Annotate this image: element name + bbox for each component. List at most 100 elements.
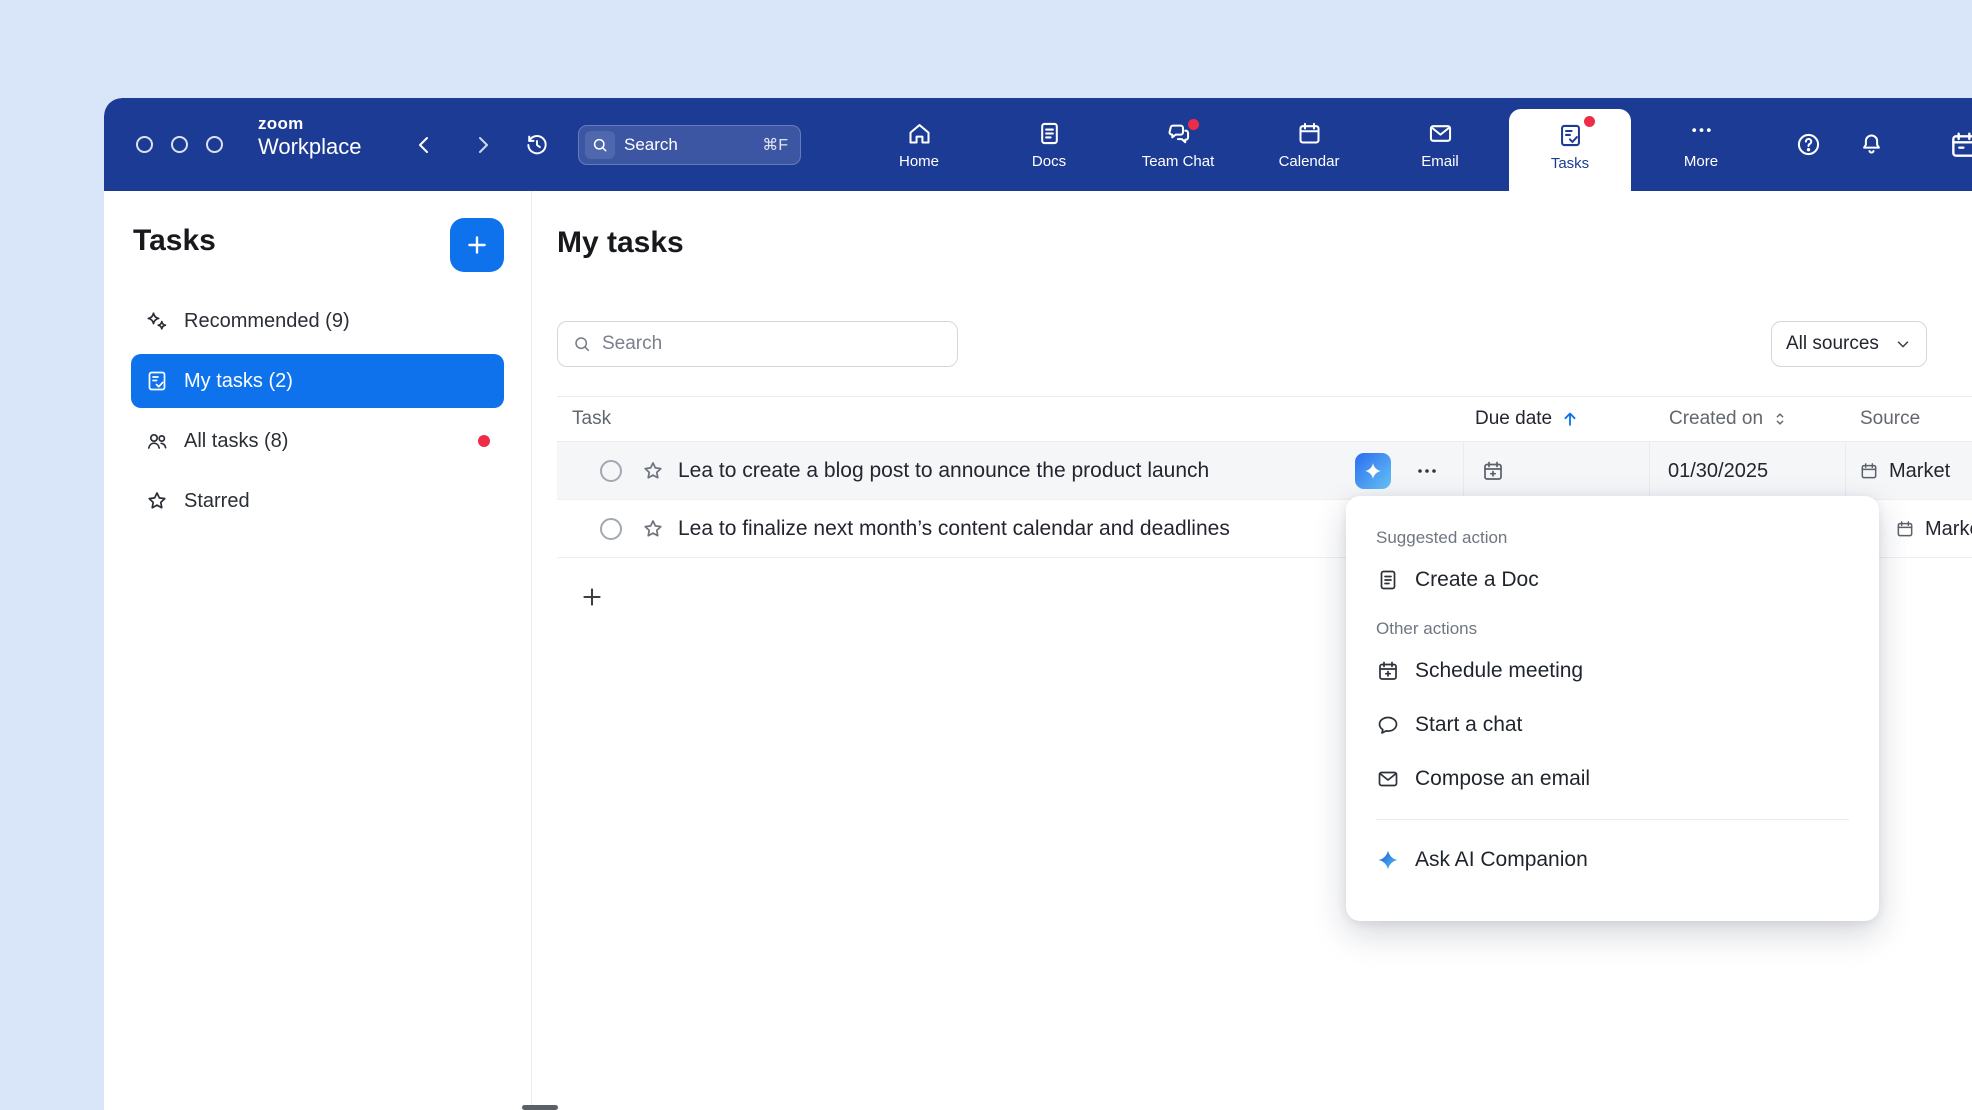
window-control-close[interactable] — [136, 136, 153, 153]
tasks-sidebar: Tasks Recommended (9) My tasks (2) All t… — [104, 191, 532, 1110]
task-search-field[interactable] — [557, 321, 958, 367]
window-control-minimize[interactable] — [171, 136, 188, 153]
global-search[interactable]: Search ⌘F — [578, 125, 801, 165]
sidebar-list: Recommended (9) My tasks (2) All tasks (… — [131, 294, 504, 534]
sidebar-item-all-tasks[interactable]: All tasks (8) — [131, 414, 504, 468]
menu-item-compose-email[interactable]: Compose an email — [1376, 752, 1849, 806]
sort-ascending-icon — [1560, 409, 1580, 429]
chat-bubble-icon — [1376, 713, 1400, 737]
sidebar-item-label: Starred — [184, 490, 250, 513]
workplace-logo-text: Workplace — [258, 135, 362, 158]
my-tasks-icon — [145, 369, 169, 393]
calendar-plus-icon — [1376, 659, 1400, 683]
calendar-icon — [1296, 120, 1323, 147]
search-icon — [572, 334, 592, 354]
plus-icon — [579, 584, 605, 610]
nav-item-home[interactable]: Home — [858, 98, 980, 191]
sparkle-icon — [145, 309, 169, 333]
menu-section-heading: Other actions — [1376, 619, 1849, 639]
star-icon[interactable] — [641, 459, 665, 483]
people-icon — [145, 429, 169, 453]
sidebar-item-my-tasks[interactable]: My tasks (2) — [131, 354, 504, 408]
zoom-logo-text: zoom — [258, 115, 362, 133]
nav-item-more[interactable]: More — [1640, 98, 1762, 191]
home-icon — [906, 120, 933, 147]
chevron-down-icon — [1894, 335, 1912, 353]
ellipsis-icon — [1415, 459, 1439, 483]
source-filter-value: All sources — [1786, 333, 1879, 355]
star-icon[interactable] — [641, 517, 665, 541]
main-content: My tasks All sources Task Due date Creat… — [532, 191, 1972, 1110]
task-row[interactable]: Lea to create a blog post to announce th… — [557, 442, 1972, 500]
column-divider — [1463, 442, 1464, 499]
forward-button[interactable] — [464, 126, 502, 164]
nav-item-tasks[interactable]: Tasks — [1509, 109, 1631, 191]
task-title: Lea to create a blog post to announce th… — [678, 442, 1209, 500]
sidebar-item-label: Recommended (9) — [184, 310, 350, 333]
add-due-date-icon[interactable] — [1481, 459, 1505, 483]
doc-icon — [1376, 568, 1400, 592]
source-value: Market — [1889, 442, 1950, 500]
more-icon — [1688, 120, 1715, 147]
column-divider — [1649, 442, 1650, 499]
task-search-input[interactable] — [602, 333, 943, 355]
table-header: Task Due date Created on Source — [557, 396, 1972, 442]
ai-sparkle-icon — [1376, 848, 1400, 872]
task-complete-checkbox[interactable] — [600, 460, 622, 482]
nav-item-docs[interactable]: Docs — [988, 98, 1110, 191]
sidebar-item-label: My tasks (2) — [184, 370, 293, 393]
menu-item-start-chat[interactable]: Start a chat — [1376, 698, 1849, 752]
help-icon[interactable] — [1789, 126, 1827, 164]
column-divider — [1845, 442, 1846, 499]
menu-item-schedule-meeting[interactable]: Schedule meeting — [1376, 644, 1849, 698]
calendar-panel-icon[interactable] — [1940, 126, 1972, 164]
menu-section-heading: Suggested action — [1376, 528, 1849, 548]
new-task-button[interactable] — [450, 218, 504, 272]
app-window: zoom Workplace Search ⌘F Home Docs — [104, 98, 1972, 1110]
window-controls — [136, 98, 223, 191]
sidebar-item-starred[interactable]: Starred — [131, 474, 504, 528]
ai-companion-button[interactable] — [1355, 453, 1391, 489]
task-title: Lea to finalize next month’s content cal… — [678, 500, 1230, 558]
menu-item-create-doc[interactable]: Create a Doc — [1376, 553, 1849, 607]
column-header-source: Source — [1860, 397, 1920, 441]
nav-item-team-chat[interactable]: Team Chat — [1117, 98, 1239, 191]
add-task-button[interactable] — [578, 583, 606, 611]
notifications-icon[interactable] — [1852, 126, 1890, 164]
email-icon — [1427, 120, 1454, 147]
source-filter-dropdown[interactable]: All sources — [1771, 321, 1927, 367]
unread-dot — [478, 435, 490, 447]
back-button[interactable] — [405, 126, 443, 164]
sidebar-item-recommended[interactable]: Recommended (9) — [131, 294, 504, 348]
nav-item-email[interactable]: Email — [1379, 98, 1501, 191]
task-action-menu: Suggested action Create a Doc Other acti… — [1346, 496, 1879, 921]
scrollbar-thumb[interactable] — [522, 1105, 558, 1110]
history-icon[interactable] — [518, 126, 556, 164]
row-more-actions-button[interactable] — [1409, 453, 1445, 489]
column-header-task: Task — [572, 397, 611, 441]
envelope-icon — [1376, 767, 1400, 791]
menu-item-ask-ai-companion[interactable]: Ask AI Companion — [1376, 833, 1849, 887]
menu-divider — [1376, 819, 1849, 820]
page-title: My tasks — [557, 226, 684, 260]
top-navbar: zoom Workplace Search ⌘F Home Docs — [104, 98, 1972, 191]
search-icon — [585, 131, 615, 159]
sidebar-item-label: All tasks (8) — [184, 430, 288, 453]
source-value: Market — [1925, 500, 1972, 558]
column-header-created-on[interactable]: Created on — [1669, 397, 1789, 441]
task-complete-checkbox[interactable] — [600, 518, 622, 540]
source-calendar-icon — [1859, 461, 1879, 481]
source-calendar-icon — [1895, 519, 1915, 539]
created-on-value: 01/30/2025 — [1668, 442, 1768, 500]
tasks-unread-badge — [1584, 116, 1595, 127]
global-search-label: Search — [624, 135, 678, 155]
search-shortcut: ⌘F — [762, 135, 788, 155]
nav-item-calendar[interactable]: Calendar — [1248, 98, 1370, 191]
ai-sparkle-icon — [1363, 461, 1383, 481]
zoom-workplace-logo: zoom Workplace — [258, 115, 362, 158]
tasks-icon — [1557, 122, 1584, 149]
column-header-due-date[interactable]: Due date — [1475, 397, 1580, 441]
sidebar-title: Tasks — [133, 224, 216, 258]
window-control-maximize[interactable] — [206, 136, 223, 153]
docs-icon — [1036, 120, 1063, 147]
